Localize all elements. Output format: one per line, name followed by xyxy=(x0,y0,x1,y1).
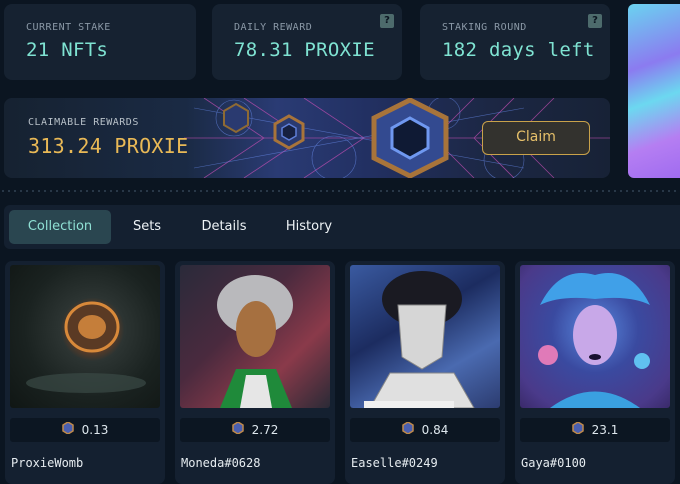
stat-card-current-stake: CURRENT STAKE 21 NFTs xyxy=(4,4,196,80)
nft-price: 0.13 xyxy=(81,423,109,437)
nft-price: 0.84 xyxy=(421,423,449,437)
claimable-rewards-label: CLAIMABLE REWARDS xyxy=(28,117,139,128)
nft-image xyxy=(520,265,670,408)
stat-label: CURRENT STAKE xyxy=(26,22,111,33)
claimable-rewards-value: 313.24 PROXIE xyxy=(28,134,189,158)
section-divider xyxy=(0,190,680,192)
claim-button[interactable]: Claim xyxy=(482,121,590,155)
nft-price: 23.1 xyxy=(591,423,619,437)
stat-value: 78.31 PROXIE xyxy=(234,39,375,61)
nft-card[interactable]: 0.13 ProxieWomb xyxy=(5,261,165,484)
stat-value: 182 days left xyxy=(442,39,595,61)
nft-price-bar: 2.72 xyxy=(180,418,330,442)
nft-name: Gaya#0100 xyxy=(521,456,587,470)
nft-image xyxy=(10,265,160,408)
nft-image xyxy=(180,265,330,408)
nft-card[interactable]: 2.72 Moneda#0628 xyxy=(175,261,335,484)
nft-image xyxy=(350,265,500,408)
nft-price: 2.72 xyxy=(251,423,279,437)
proxie-coin-icon xyxy=(61,418,74,442)
nft-name: Easelle#0249 xyxy=(351,456,438,470)
stat-card-staking-round: STAKING ROUND 182 days left ? xyxy=(420,4,610,80)
proxie-coin-icon xyxy=(401,418,414,442)
tab-history[interactable]: History xyxy=(276,210,342,244)
nft-card[interactable]: 23.1 Gaya#0100 xyxy=(515,261,675,484)
tab-bar: Collection Sets Details History xyxy=(4,205,680,249)
tab-details[interactable]: Details xyxy=(192,210,256,244)
nft-name: Moneda#0628 xyxy=(181,456,261,470)
stat-label: STAKING ROUND xyxy=(442,22,527,33)
stat-card-daily-reward: DAILY REWARD 78.31 PROXIE ? xyxy=(212,4,402,80)
stat-label: DAILY REWARD xyxy=(234,22,313,33)
tab-collection[interactable]: Collection xyxy=(9,210,111,244)
tab-sets[interactable]: Sets xyxy=(122,210,172,244)
stat-value: 21 NFTs xyxy=(26,39,109,61)
proxie-coin-icon xyxy=(231,418,244,442)
proxie-coin-icon xyxy=(571,418,584,442)
nft-price-bar: 0.13 xyxy=(10,418,160,442)
nft-name: ProxieWomb xyxy=(11,456,84,470)
help-icon[interactable]: ? xyxy=(588,14,602,28)
nft-price-bar: 23.1 xyxy=(520,418,670,442)
claimable-rewards-banner: CLAIMABLE REWARDS 313.24 PROXIE Claim xyxy=(4,98,610,178)
featured-artwork-image xyxy=(628,4,680,178)
help-icon[interactable]: ? xyxy=(380,14,394,28)
nft-card[interactable]: 0.84 Easelle#0249 xyxy=(345,261,505,484)
nft-price-bar: 0.84 xyxy=(350,418,500,442)
